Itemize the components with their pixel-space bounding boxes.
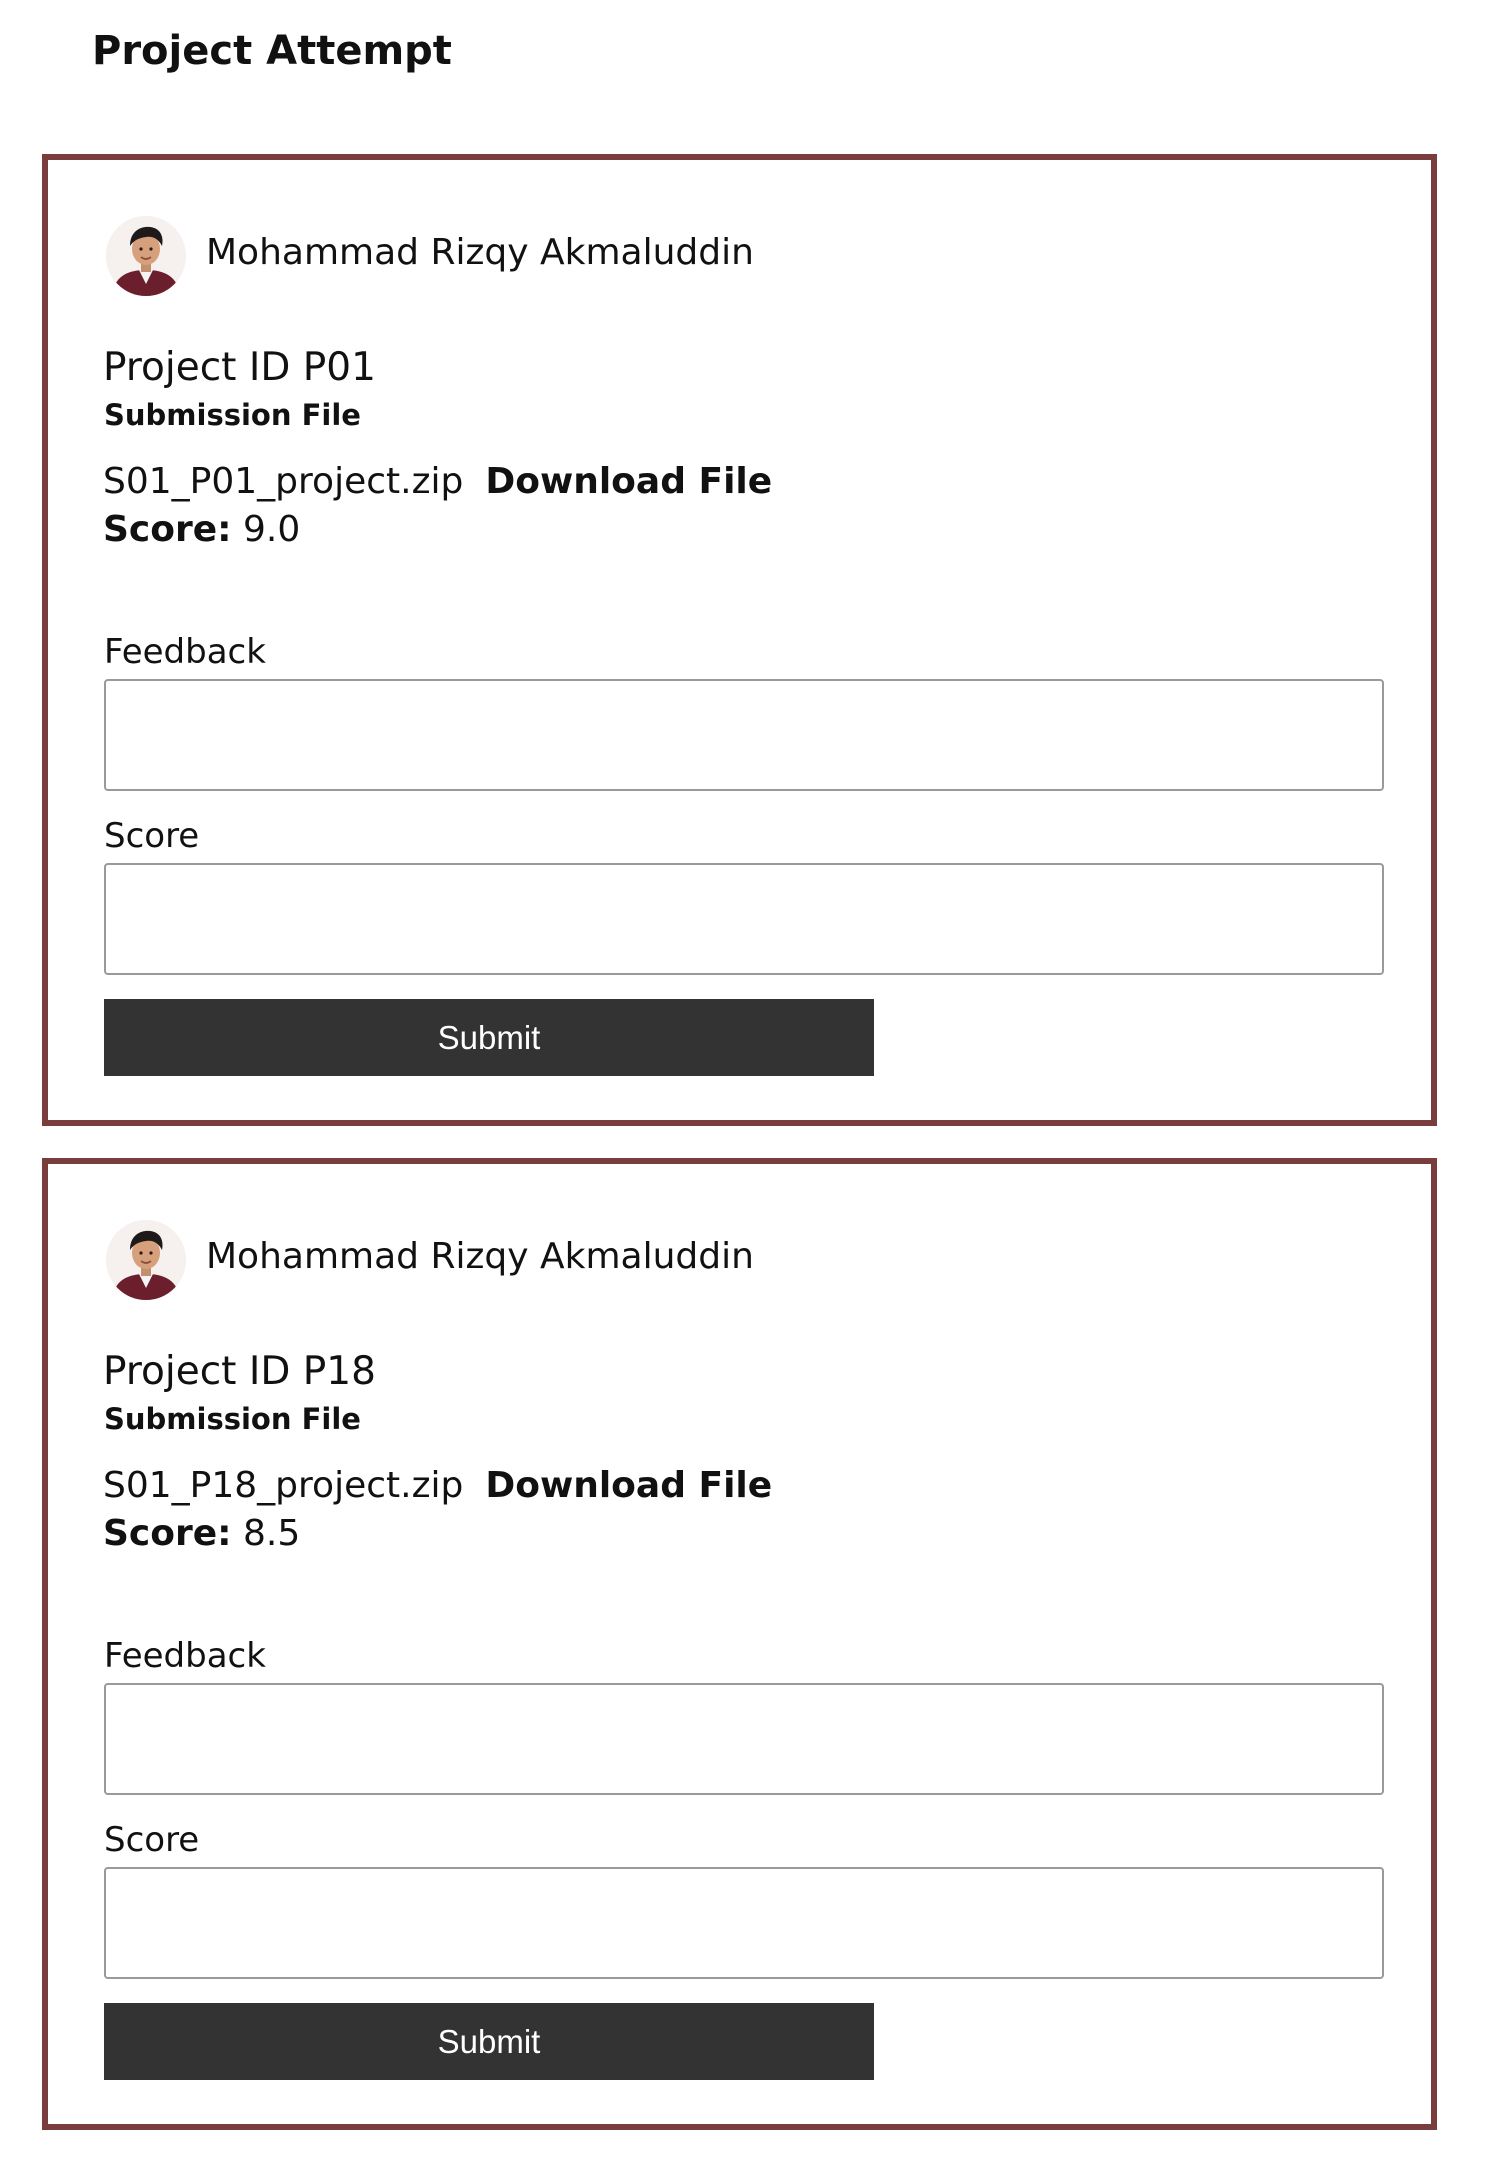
score-label: Score [104,816,200,856]
submission-file-label: Submission File [104,1402,361,1436]
download-file-link[interactable]: Download File [485,1465,772,1506]
student-name: Mohammad Rizqy Akmaluddin [206,1236,754,1277]
current-score-value: 8.5 [243,1513,301,1554]
download-file-link[interactable]: Download File [485,461,772,502]
score-input[interactable] [104,1867,1384,1979]
attempt-card: Mohammad Rizqy Akmaluddin Project ID P01… [42,154,1437,1126]
avatar [106,216,186,296]
page-title: Project Attempt [92,28,452,74]
submit-button[interactable]: Submit [104,2003,874,2080]
submit-button[interactable]: Submit [104,999,874,1076]
feedback-label: Feedback [104,1636,266,1676]
feedback-input[interactable] [104,679,1384,791]
feedback-input[interactable] [104,1683,1384,1795]
submission-file-label: Submission File [104,398,361,432]
current-score: Score: 9.0 [103,507,300,553]
avatar [106,1220,186,1300]
student-name: Mohammad Rizqy Akmaluddin [206,232,754,273]
current-score-label: Score: [103,509,232,550]
project-id: Project ID P18 [103,1349,376,1394]
current-score-value: 9.0 [243,509,301,550]
attempt-card: Mohammad Rizqy Akmaluddin Project ID P18… [42,1158,1437,2130]
submission-file-row: S01_P18_project.zip Download File [103,1463,772,1509]
submission-file-name: S01_P18_project.zip [103,1465,464,1506]
score-label: Score [104,1820,200,1860]
submission-file-row: S01_P01_project.zip Download File [103,459,772,505]
student-avatar-icon [106,216,186,296]
score-input[interactable] [104,863,1384,975]
student-avatar-icon [106,1220,186,1300]
current-score-label: Score: [103,1513,232,1554]
project-id: Project ID P01 [103,345,376,390]
current-score: Score: 8.5 [103,1511,300,1557]
feedback-label: Feedback [104,632,266,672]
submission-file-name: S01_P01_project.zip [103,461,464,502]
